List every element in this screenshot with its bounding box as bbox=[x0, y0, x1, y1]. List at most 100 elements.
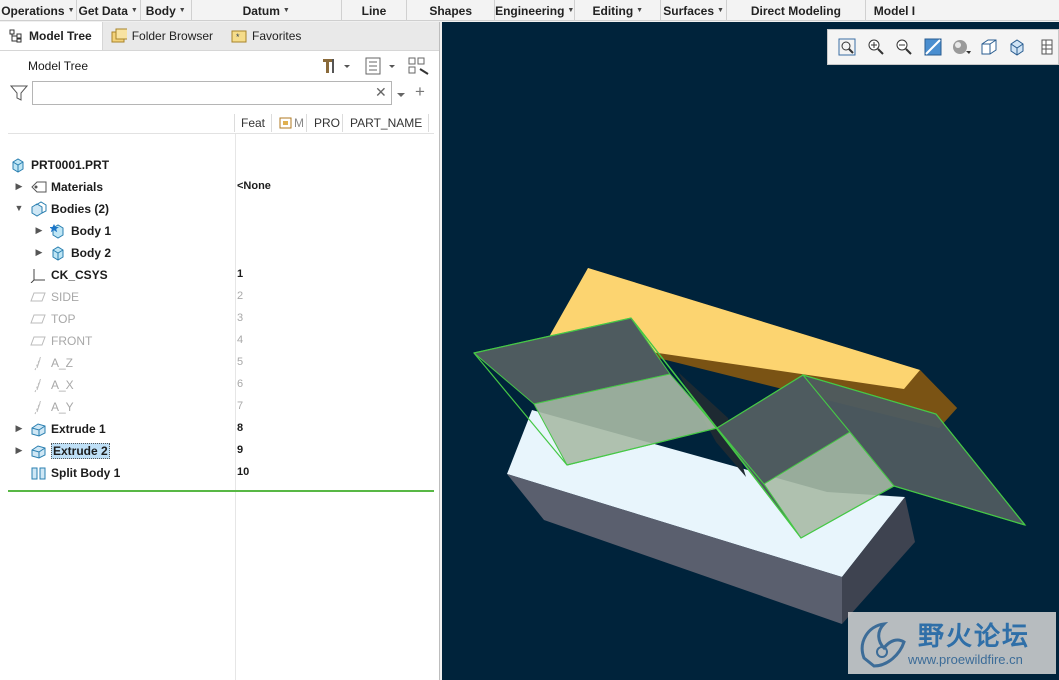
bodies-icon bbox=[30, 201, 47, 217]
saved-views-icon[interactable] bbox=[979, 35, 1002, 59]
column-pro[interactable]: PRO bbox=[314, 116, 340, 130]
tree-item-label: FRONT bbox=[51, 334, 93, 348]
tree-search-row: ✕ + bbox=[0, 80, 440, 108]
insert-here-marker[interactable] bbox=[8, 490, 434, 492]
chevron-down-icon: ▼ bbox=[178, 7, 186, 14]
ribbon-group-line[interactable]: Line bbox=[342, 0, 408, 21]
navigator-panel: Model Tree Folder Browser * Favorites Mo… bbox=[0, 22, 440, 680]
ribbon-group-editing[interactable]: Editing ▼ bbox=[575, 0, 662, 21]
tab-favorites[interactable]: * Favorites bbox=[223, 22, 311, 50]
body-default-icon bbox=[49, 223, 66, 239]
ribbon-group-model-i[interactable]: Model I bbox=[866, 0, 1059, 21]
tree-item-label: Extrude 1 bbox=[51, 422, 106, 436]
feature-number: 5 bbox=[237, 356, 244, 368]
chevron-down-icon: ▼ bbox=[717, 7, 724, 14]
tree-item-split-body-1[interactable]: Split Body 1 10 bbox=[0, 462, 440, 484]
settings-tools-icon[interactable] bbox=[320, 57, 350, 75]
part-icon bbox=[10, 157, 26, 173]
ribbon-group-engineering[interactable]: Engineering ▼ bbox=[495, 0, 576, 21]
datum-axis-icon bbox=[30, 399, 46, 415]
svg-text:*: * bbox=[236, 32, 240, 42]
chevron-down-icon: ▼ bbox=[67, 7, 75, 14]
tab-label: Model Tree bbox=[29, 29, 92, 43]
ribbon-group-direct-modeling[interactable]: Direct Modeling bbox=[727, 0, 866, 21]
tree-item-front[interactable]: FRONT 4 bbox=[0, 330, 440, 352]
split-body-icon bbox=[30, 465, 46, 481]
ribbon-group-surfaces[interactable]: Surfaces ▼ bbox=[661, 0, 728, 21]
tree-item-a-z[interactable]: A_Z 5 bbox=[0, 352, 440, 374]
view-toolbar bbox=[827, 29, 1059, 65]
tree-item-label: A_Y bbox=[51, 400, 74, 414]
materials-icon bbox=[30, 179, 47, 195]
feature-number: 2 bbox=[237, 290, 244, 302]
zoom-fit-icon[interactable] bbox=[836, 35, 859, 59]
tab-folder-browser[interactable]: Folder Browser bbox=[103, 22, 223, 50]
zoom-in-icon[interactable] bbox=[865, 35, 888, 59]
ribbon-group-operations[interactable]: Operations ▼ bbox=[0, 0, 77, 21]
watermark-title: 野火论坛 bbox=[918, 621, 1031, 651]
collapse-arrow-icon[interactable]: ▼ bbox=[14, 203, 24, 213]
expand-arrow-icon[interactable]: ▶ bbox=[34, 225, 44, 236]
tree-item-body-2[interactable]: ▶ Body 2 bbox=[0, 242, 440, 264]
tree-item-ck-csys[interactable]: CK_CSYS 1 bbox=[0, 264, 440, 286]
tree-item-label: A_Z bbox=[51, 356, 74, 370]
view-orient-icon[interactable] bbox=[1007, 35, 1030, 59]
search-options-dropdown-icon[interactable] bbox=[396, 88, 406, 102]
filter-icon[interactable] bbox=[9, 84, 29, 105]
tree-item-label: Extrude 2 bbox=[51, 443, 110, 459]
feature-number: 4 bbox=[237, 334, 244, 346]
expand-arrow-icon[interactable]: ▶ bbox=[14, 423, 24, 434]
watermark-logo-icon bbox=[860, 621, 906, 668]
tab-model-tree[interactable]: Model Tree bbox=[0, 22, 103, 50]
tree-item-label: CK_CSYS bbox=[51, 268, 108, 282]
tree-item-label: A_X bbox=[51, 378, 74, 392]
chevron-down-icon: ▼ bbox=[636, 7, 644, 14]
ribbon-group-label: Surfaces bbox=[663, 3, 714, 18]
graphics-window[interactable]: 野火论坛 www.proewildfire.cn bbox=[442, 22, 1059, 680]
column-part-name[interactable]: PART_NAME bbox=[350, 116, 422, 130]
ribbon-group-label: Editing bbox=[592, 3, 634, 18]
model-3d-view[interactable] bbox=[442, 22, 1059, 680]
tree-search-input[interactable] bbox=[32, 81, 392, 105]
tree-item-top[interactable]: TOP 3 bbox=[0, 308, 440, 330]
ribbon-group-body[interactable]: Body ▼ bbox=[141, 0, 192, 21]
display-style-icon[interactable] bbox=[950, 35, 973, 59]
more-icon[interactable] bbox=[1036, 35, 1059, 59]
model-tree-title: Model Tree bbox=[28, 59, 89, 73]
ribbon-group-get-data[interactable]: Get Data ▼ bbox=[77, 0, 141, 21]
tree-item-body-1[interactable]: ▶ Body 1 bbox=[0, 220, 440, 242]
datum-plane-icon bbox=[30, 311, 46, 327]
expand-arrow-icon[interactable]: ▶ bbox=[34, 247, 44, 258]
ribbon-group-label: Operations bbox=[1, 3, 65, 18]
clear-search-icon[interactable]: ✕ bbox=[375, 84, 387, 101]
column-feat[interactable]: Feat bbox=[241, 116, 265, 130]
tree-filters-icon[interactable] bbox=[408, 57, 430, 75]
tab-label: Favorites bbox=[252, 29, 302, 43]
show-columns-icon[interactable] bbox=[364, 57, 398, 75]
tree-item-a-x[interactable]: A_X 6 bbox=[0, 374, 440, 396]
column-m[interactable]: M bbox=[279, 116, 304, 130]
folder-browser-icon bbox=[111, 28, 127, 44]
tree-item-side[interactable]: SIDE 2 bbox=[0, 286, 440, 308]
add-filter-icon[interactable]: + bbox=[415, 82, 425, 102]
repaint-icon[interactable] bbox=[922, 35, 945, 59]
expand-arrow-icon[interactable]: ▶ bbox=[14, 445, 24, 456]
ribbon-group-datum[interactable]: Datum ▼ bbox=[192, 0, 342, 21]
ribbon-group-shapes[interactable]: Shapes bbox=[407, 0, 496, 21]
tree-item-bodies-2[interactable]: ▼ Bodies (2) bbox=[0, 198, 440, 220]
tree-item-extrude-1[interactable]: ▶ Extrude 1 8 bbox=[0, 418, 440, 440]
expand-arrow-icon[interactable]: ▶ bbox=[14, 181, 24, 192]
tree-item-label: SIDE bbox=[51, 290, 80, 304]
tree-item-label: PRT0001.PRT bbox=[31, 158, 110, 172]
ribbon-group-label: Engineering bbox=[495, 3, 565, 18]
datum-plane-icon bbox=[30, 333, 46, 349]
feature-number: 7 bbox=[237, 400, 244, 412]
zoom-out-icon[interactable] bbox=[893, 35, 916, 59]
tree-item-prt0001-prt[interactable]: PRT0001.PRT bbox=[0, 154, 440, 176]
tree-item-extrude-2[interactable]: ▶ Extrude 2 9 bbox=[0, 440, 440, 462]
tree-item-label: Materials bbox=[51, 180, 104, 194]
model-tree-icon bbox=[8, 28, 24, 44]
tree-item-a-y[interactable]: A_Y 7 bbox=[0, 396, 440, 418]
tree-item-materials[interactable]: ▶ Materials <None bbox=[0, 176, 440, 198]
datum-axis-icon bbox=[30, 355, 46, 371]
